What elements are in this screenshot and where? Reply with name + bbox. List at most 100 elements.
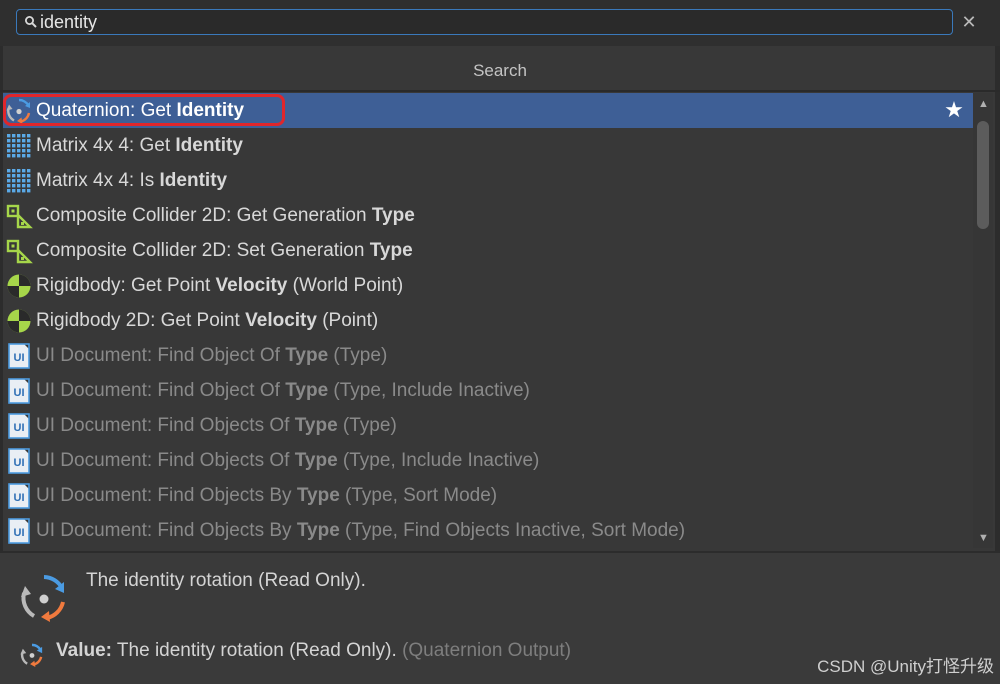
label-match: Identity [159,169,228,191]
label-text: UI Document: Find Objects By [36,484,297,506]
value-output-type: (Quaternion Output) [402,640,572,661]
label-suffix: (Type, Include Inactive) [337,449,540,471]
svg-text:UI: UI [14,457,25,469]
header-divider [0,90,1000,92]
ui-document-icon: UI [5,447,33,475]
label-suffix: (Type) [337,414,397,436]
result-label: Composite Collider 2D: Set Generation Ty… [36,240,413,262]
label-suffix: (Type) [328,344,388,366]
section-header: Search [473,61,527,80]
svg-text:UI: UI [14,387,25,399]
description-text: The identity rotation (Read Only). [86,570,366,591]
vertical-scrollbar[interactable]: ▲ ▼ [973,93,993,548]
label-text: Composite Collider 2D: Set Generation [36,239,370,261]
scroll-down-icon[interactable]: ▼ [978,533,989,544]
rigidbody-icon [5,307,33,335]
result-label: Matrix 4x 4: Get Identity [36,135,243,157]
composite-collider-icon [5,237,33,265]
label-text: UI Document: Find Objects Of [36,414,295,436]
label-match: Type [294,449,338,471]
label-match: Identity [175,134,243,156]
label-match: Type [285,379,329,401]
result-label: UI Document: Find Objects Of Type (Type,… [36,450,539,472]
quaternion-icon [5,97,33,125]
label-text: Composite Collider 2D: Get Generation [36,204,372,226]
clear-search-button[interactable]: ✕ [960,12,978,32]
result-row[interactable]: Matrix 4x 4: Get Identity [3,128,973,163]
scroll-thumb[interactable] [977,121,989,229]
label-text: UI Document: Find Object Of [36,379,286,401]
quaternion-small-icon [20,643,43,668]
result-row[interactable]: UI UI Document: Find Objects By Type (Typ… [3,513,973,548]
rigidbody-icon [5,272,33,300]
label-match: Type [369,239,413,261]
value-label: Value: [56,640,112,661]
result-row[interactable]: UI UI Document: Find Objects Of Type (Typ… [3,443,973,478]
label-suffix: (Type, Sort Mode) [339,484,498,506]
result-row[interactable]: Rigidbody: Get Point Velocity (World Poi… [3,268,973,303]
label-suffix: (Type, Include Inactive) [328,379,530,401]
label-match: Identity [176,99,245,121]
result-row[interactable]: Matrix 4x 4: Is Identity [3,163,973,198]
label-text: UI Document: Find Objects Of [36,449,295,471]
search-input[interactable] [40,12,920,32]
label-text: Matrix 4x 4: Is [36,169,160,191]
result-label: Quaternion: Get Identity [36,100,244,122]
quaternion-large-icon [21,575,65,622]
search-bar: ✕ [0,0,1000,46]
result-row[interactable]: UI UI Document: Find Objects By Type (Typ… [3,478,973,513]
result-row[interactable]: Quaternion: Get Identity ★ [3,93,973,128]
label-match: Velocity [215,274,288,296]
result-label: UI Document: Find Objects By Type (Type,… [36,520,685,542]
scroll-up-icon[interactable]: ▲ [978,99,989,110]
label-text: UI Document: Find Object Of [36,344,286,366]
result-row[interactable]: UI UI Document: Find Object Of Type (Type… [3,338,973,373]
label-text: Quaternion: Get [36,99,177,121]
ui-document-icon: UI [5,377,33,405]
svg-text:UI: UI [14,492,25,504]
result-label: UI Document: Find Objects By Type (Type,… [36,485,497,507]
search-results-list[interactable]: Quaternion: Get Identity ★ Matrix 4x 4: Ge… [3,93,973,548]
result-label: UI Document: Find Object Of Type (Type, … [36,380,530,402]
result-label: UI Document: Find Object Of Type (Type) [36,345,387,367]
label-suffix: (Type, Find Objects Inactive, Sort Mode) [339,519,686,541]
label-match: Velocity [245,309,317,331]
search-window: ✕ Search Quaternion: Get Identity ★ Matrix… [0,0,1000,684]
label-match: Type [294,414,338,436]
matrix-icon [5,167,33,195]
label-text: Rigidbody 2D: Get Point [36,309,246,331]
result-label: Rigidbody: Get Point Velocity (World Poi… [36,275,403,297]
result-label: UI Document: Find Objects Of Type (Type) [36,415,397,437]
result-label: Rigidbody 2D: Get Point Velocity (Point) [36,310,378,332]
result-row[interactable]: UI UI Document: Find Objects Of Type (Typ… [3,408,973,443]
svg-text:UI: UI [14,352,25,364]
result-row[interactable]: Rigidbody 2D: Get Point Velocity (Point) [3,303,973,338]
label-suffix: (World Point) [287,274,404,296]
search-icon [25,16,37,28]
favorite-star-icon[interactable]: ★ [941,96,967,124]
result-row[interactable]: UI UI Document: Find Object Of Type (Type… [3,373,973,408]
right-border [995,46,1000,551]
label-text: Rigidbody: Get Point [36,274,216,296]
label-text: UI Document: Find Objects By [36,519,297,541]
ui-document-icon: UI [5,517,33,545]
search-field[interactable] [16,9,953,35]
result-label: Matrix 4x 4: Is Identity [36,170,227,192]
value-description: Value: The identity rotation (Read Only)… [56,640,571,662]
label-match: Type [285,344,329,366]
composite-collider-icon [5,202,33,230]
svg-text:UI: UI [14,527,25,539]
ui-document-icon: UI [5,412,33,440]
svg-text:UI: UI [14,422,25,434]
watermark: CSDN @Unity打怪升级 [817,657,994,676]
result-label: Composite Collider 2D: Get Generation Ty… [36,205,415,227]
ui-document-icon: UI [5,482,33,510]
label-suffix: (Point) [316,309,379,331]
label-match: Type [296,484,340,506]
ui-document-icon: UI [5,342,33,370]
value-text: The identity rotation (Read Only). [111,640,403,661]
result-row[interactable]: Composite Collider 2D: Set Generation Ty… [3,233,973,268]
result-row[interactable]: Composite Collider 2D: Get Generation Ty… [3,198,973,233]
label-text: Matrix 4x 4: Get [36,134,176,156]
matrix-icon [5,132,33,160]
